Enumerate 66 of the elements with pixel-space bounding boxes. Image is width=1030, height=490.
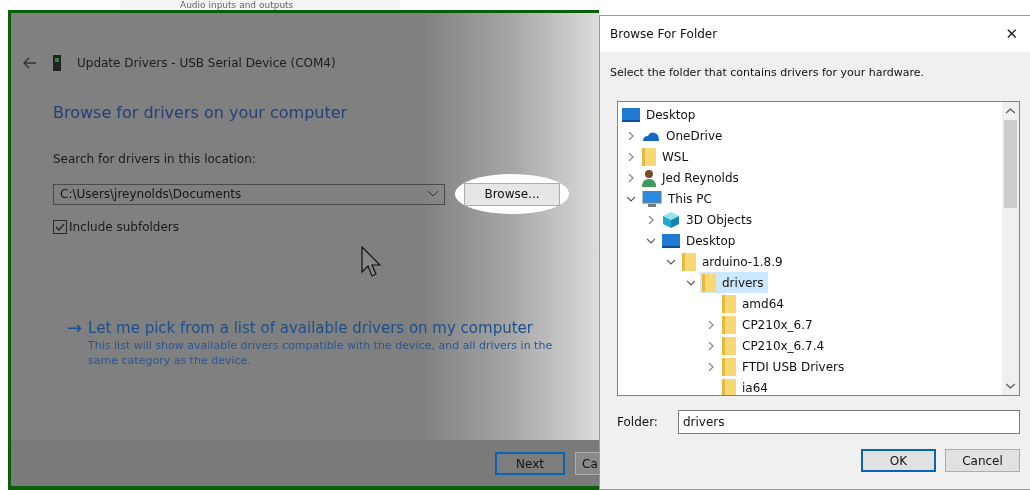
chevron-icon[interactable] [667,257,675,266]
scroll-up-icon[interactable] [1006,108,1015,114]
tree-item[interactable]: Jed Reynolds [640,167,743,188]
location-combobox[interactable]: C:\Users\jreynolds\Documents [53,183,445,205]
chevron-icon[interactable] [627,194,635,203]
checkbox[interactable] [53,220,67,234]
scrollbar[interactable] [1002,102,1019,395]
folder-input[interactable]: drivers [677,410,1020,434]
cloud-icon [642,129,660,142]
device-category-text: Audio inputs and outputs [180,0,294,11]
tree-item[interactable]: CP210x_6.7.4 [720,335,829,356]
monitor-icon [642,190,662,207]
window-title: Update Drivers - USB Serial Device (COM4) [77,56,336,70]
folder-icon [682,252,696,271]
tree-item[interactable]: FTDI USB Drivers [720,356,849,377]
footer-button[interactable]: Next [495,452,565,475]
folder-icon [722,378,736,395]
dialog-title: Browse For Folder [610,27,718,41]
tree-item[interactable]: This PC [640,188,716,209]
tree-item[interactable]: ia64 [720,377,772,395]
chevron-icon[interactable] [627,131,635,140]
link-description: This list will show available drivers compatible with the device, and all drivers in the same category as the device. [88,338,554,368]
back-arrow-icon[interactable] [23,57,37,69]
dialog-button[interactable]: OK [861,449,936,472]
instruction-text: Select the folder that contains drivers for your hardware. [610,66,926,79]
close-button[interactable]: ✕ [1003,25,1020,43]
tree-item[interactable]: 3D Objects [660,209,757,230]
usb-device-icon [53,55,61,71]
chevron-icon[interactable] [627,152,635,161]
user-icon [642,168,656,187]
folder-icon [722,336,736,355]
scroll-down-icon[interactable] [1006,383,1015,389]
tree-item[interactable]: CP210x_6.7 [720,314,817,335]
dialog-button[interactable]: Cancel [945,449,1020,472]
cube-icon [662,210,680,229]
mouse-pointer-icon [361,246,381,278]
tree-item[interactable]: drivers [700,272,768,293]
checkbox-label: Include subfolders [69,220,180,234]
link-arrow: → [67,318,83,340]
folder-icon [702,273,716,292]
folder-icon [722,294,736,313]
desktop-icon [662,233,680,248]
folder-label: Folder: [617,415,658,429]
tree-item[interactable]: Desktop [660,230,740,251]
chevron-icon[interactable] [647,215,655,224]
location-label: Search for drivers in this location: [53,152,257,166]
chevron-icon[interactable] [707,362,715,371]
scroll-thumb[interactable] [1004,119,1017,208]
chevron-icon[interactable] [647,236,655,245]
tree-item[interactable]: OneDrive [640,125,727,146]
chevron-icon[interactable] [627,173,635,182]
folder-icon [642,147,656,166]
desktop-icon [622,107,640,122]
folder-icon [722,357,736,376]
footer-button[interactable]: Ca [575,452,599,475]
tree-item[interactable]: amd64 [720,293,788,314]
page-heading: Browse for drivers on your computer [53,103,349,122]
tree-item[interactable]: arduino-1.8.9 [680,251,787,272]
tree-item[interactable]: Desktop [620,104,700,125]
chevron-icon[interactable] [687,278,695,287]
browse-button[interactable]: Browse... [464,182,560,206]
chevron-icon[interactable] [707,320,715,329]
dropdown-caret-icon[interactable] [428,191,438,197]
tree-item[interactable]: WSL [640,146,693,167]
chevron-icon[interactable] [707,341,715,350]
folder-icon [722,315,736,334]
